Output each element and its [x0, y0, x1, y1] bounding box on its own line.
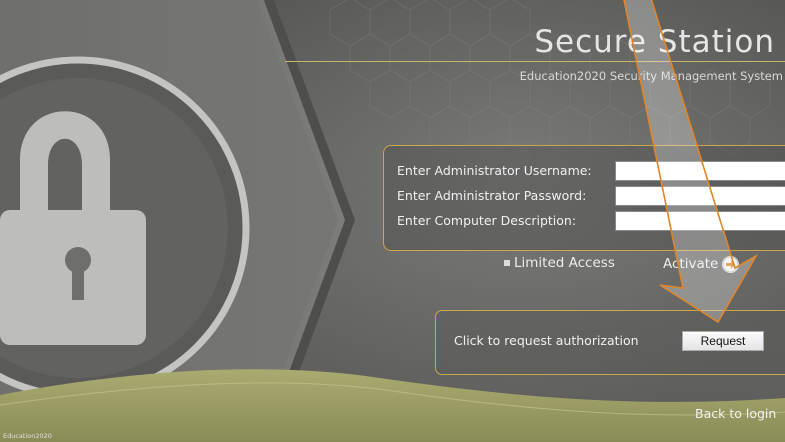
password-input[interactable] [615, 186, 785, 206]
limited-access-label: Limited Access [514, 255, 615, 271]
activate-label: Activate [663, 256, 719, 272]
title-divider [285, 61, 785, 62]
description-label: Enter Computer Description: [397, 213, 577, 228]
password-label: Enter Administrator Password: [397, 188, 587, 203]
brand-label: Education2020 [3, 432, 52, 440]
page-title: Secure Station [534, 24, 775, 60]
request-button[interactable]: Request [682, 331, 764, 351]
checkbox-square-icon[interactable] [504, 260, 510, 266]
username-label: Enter Administrator Username: [397, 163, 592, 178]
username-input[interactable] [615, 161, 785, 181]
limited-access-checkbox[interactable]: Limited Access [504, 254, 615, 272]
page-subtitle: Education2020 Security Management System [519, 69, 783, 83]
lock-icon [0, 111, 146, 345]
request-panel: Click to request authorization Request [435, 310, 785, 375]
request-label: Click to request authorization [454, 333, 639, 348]
activate-button[interactable]: Activate [663, 254, 740, 274]
arrow-right-circle-icon[interactable] [722, 255, 740, 273]
back-to-login-link[interactable]: Back to login [695, 406, 776, 421]
description-input[interactable] [615, 211, 785, 231]
login-form: Enter Administrator Username: Enter Admi… [383, 145, 785, 251]
secure-station-window: Secure Station Education2020 Security Ma… [0, 0, 785, 442]
